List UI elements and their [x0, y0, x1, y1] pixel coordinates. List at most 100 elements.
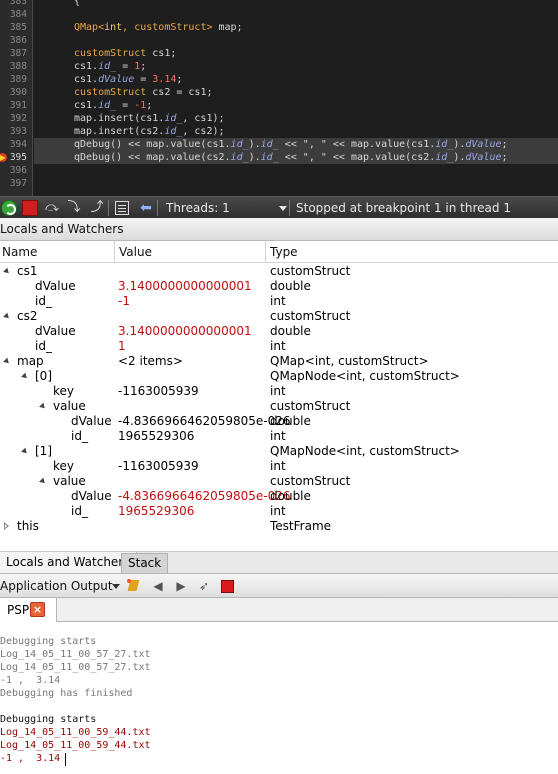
- stop-icon[interactable]: [221, 580, 234, 593]
- code-line[interactable]: [34, 177, 558, 190]
- code-line[interactable]: cs1.dValue = 3.14;: [34, 73, 558, 86]
- code-line[interactable]: customStruct cs1;: [34, 47, 558, 60]
- stop-debugger-icon[interactable]: [22, 200, 38, 216]
- line-number[interactable]: 385: [0, 21, 27, 34]
- tree-cell-value[interactable]: -1: [118, 294, 130, 309]
- column-divider[interactable]: [114, 241, 115, 263]
- tree-row-0[interactable]: [0] QMapNode<int, customStruct>: [0, 369, 558, 384]
- tree-row-dValue[interactable]: dValue -4.8366966462059805e-026 double: [0, 414, 558, 429]
- step-into-icon[interactable]: ⤵: [66, 200, 82, 216]
- tree-row-id[interactable]: id_ -1 int: [0, 294, 558, 309]
- line-number[interactable]: 387: [0, 47, 27, 60]
- column-header-value[interactable]: Value: [119, 244, 152, 260]
- code-token: , cs2);: [182, 126, 225, 137]
- code-line[interactable]: [34, 8, 558, 21]
- tree-cell-value[interactable]: -4.8366966462059805e-026: [118, 414, 291, 429]
- tree-cell-value[interactable]: -4.8366966462059805e-026: [118, 489, 291, 504]
- threads-selector[interactable]: Threads: 1: [166, 200, 230, 216]
- tree-cell-value[interactable]: <2 items>: [118, 354, 183, 369]
- tree-row-1[interactable]: [1] QMapNode<int, customStruct>: [0, 444, 558, 459]
- tree-row-id[interactable]: id_ 1965529306 int: [0, 429, 558, 444]
- tree-cell-value[interactable]: 1: [118, 339, 126, 354]
- tree-row-value[interactable]: value customStruct: [0, 399, 558, 414]
- column-header-name[interactable]: Name: [2, 244, 37, 260]
- code-line[interactable]: cs1.id_ = -1;: [34, 99, 558, 112]
- expand-arrow-icon[interactable]: [21, 372, 29, 381]
- locals-tree[interactable]: Name Value Type cs1 customStruct dValue 3.1…: [0, 241, 558, 534]
- tree-cell-value[interactable]: 3.1400000000000001: [118, 279, 252, 294]
- line-number[interactable]: 388: [0, 60, 27, 73]
- line-number[interactable]: 397: [0, 177, 27, 190]
- code-line[interactable]: [34, 34, 558, 47]
- reverse-direction-icon[interactable]: ⬅: [138, 200, 154, 216]
- collapse-arrow-icon[interactable]: [4, 522, 9, 530]
- tree-row-map[interactable]: map <2 items> QMap<int, customStruct>: [0, 354, 558, 369]
- tree-row-id[interactable]: id_ 1 int: [0, 339, 558, 354]
- tree-cell-value[interactable]: 1965529306: [118, 429, 194, 444]
- tree-row-dValue[interactable]: dValue -4.8366966462059805e-026 double: [0, 489, 558, 504]
- expand-arrow-icon[interactable]: [3, 312, 11, 321]
- line-number[interactable]: 383: [0, 0, 27, 8]
- expand-arrow-icon[interactable]: [39, 402, 47, 411]
- line-number[interactable]: 390: [0, 86, 27, 99]
- line-number[interactable]: 389: [0, 73, 27, 86]
- tree-cell-value[interactable]: -1163005939: [118, 459, 199, 474]
- line-number[interactable]: 384: [0, 8, 27, 21]
- tree-row-dValue[interactable]: dValue 3.1400000000000001 double: [0, 279, 558, 294]
- tree-cell-value[interactable]: -1163005939: [118, 384, 199, 399]
- tree-row-value[interactable]: value customStruct: [0, 474, 558, 489]
- tab-psp[interactable]: PSP ×: [0, 598, 57, 622]
- tree-cell-value[interactable]: 3.1400000000000001: [118, 324, 252, 339]
- rerun-icon[interactable]: ➶: [197, 579, 211, 593]
- code-line[interactable]: customStruct cs2 = cs1;: [34, 86, 558, 99]
- tab-locals-and-watchers[interactable]: Locals and Watchers: [0, 552, 137, 573]
- line-number[interactable]: 396: [0, 164, 27, 177]
- tree-row-key[interactable]: key -1163005939 int: [0, 459, 558, 474]
- code-token: id_: [435, 152, 454, 163]
- line-number[interactable]: 392: [0, 112, 27, 125]
- tree-cell-value[interactable]: 1965529306: [118, 504, 194, 519]
- expand-arrow-icon[interactable]: [39, 477, 47, 486]
- chevron-down-icon[interactable]: [112, 584, 120, 589]
- close-icon[interactable]: ×: [30, 602, 45, 617]
- expand-arrow-icon[interactable]: [21, 447, 29, 456]
- step-out-icon[interactable]: ⤴: [89, 200, 105, 216]
- code-line[interactable]: map.insert(cs1.id_, cs1);: [34, 112, 558, 125]
- line-number-gutter[interactable]: 383 384 385 386 387 388 389 390 391 392 393 394 395 3…: [0, 0, 33, 196]
- code-line[interactable]: map.insert(cs2.id_, cs2);: [34, 125, 558, 138]
- tree-row-id[interactable]: id_ 1965529306 int: [0, 504, 558, 519]
- code-line[interactable]: cs1.id_ = 1;: [34, 60, 558, 73]
- tab-stack[interactable]: Stack: [121, 553, 169, 573]
- code-line[interactable]: {: [34, 0, 558, 8]
- expand-arrow-icon[interactable]: [3, 267, 11, 276]
- line-number[interactable]: 386: [0, 34, 27, 47]
- code-line[interactable]: [34, 164, 558, 177]
- tree-row-cs2[interactable]: cs2 customStruct: [0, 309, 558, 324]
- column-header-type[interactable]: Type: [270, 244, 298, 260]
- code-line[interactable]: qDebug() << map.value(cs1.id_).id_ << ",…: [34, 138, 558, 151]
- application-output-text[interactable]: Debugging starts Log_14_05_11_00_57_27.tx…: [0, 622, 558, 774]
- code-token: id_: [230, 152, 249, 163]
- tree-row-this[interactable]: this TestFrame: [0, 519, 558, 534]
- output-pane-selector[interactable]: Application Output: [0, 579, 113, 594]
- code-line[interactable]: qDebug() << map.value(cs2.id_).id_ << ",…: [34, 151, 558, 164]
- code-line[interactable]: QMap<int, customStruct> map;: [34, 21, 558, 34]
- step-over-icon[interactable]: ⤼: [44, 200, 60, 216]
- clear-output-icon[interactable]: [127, 579, 141, 593]
- column-divider[interactable]: [265, 241, 266, 263]
- tree-row-dValue[interactable]: dValue 3.1400000000000001 double: [0, 324, 558, 339]
- expand-arrow-icon[interactable]: [3, 357, 11, 366]
- code-editor[interactable]: 383 384 385 386 387 388 389 390 391 392 393 394 395 3…: [0, 0, 558, 196]
- line-number[interactable]: 394: [0, 138, 27, 151]
- continue-icon[interactable]: [1, 200, 17, 216]
- next-item-icon[interactable]: ▶: [174, 579, 188, 593]
- operate-by-instruction-icon[interactable]: [115, 201, 129, 215]
- chevron-down-icon[interactable]: [279, 206, 287, 211]
- line-number[interactable]: 391: [0, 99, 27, 112]
- tree-row-key[interactable]: key -1163005939 int: [0, 384, 558, 399]
- line-number[interactable]: 393: [0, 125, 27, 138]
- tree-row-cs1[interactable]: cs1 customStruct: [0, 264, 558, 279]
- tree-cell-type: int: [270, 294, 286, 308]
- output-line: -1 , 3.14: [0, 675, 61, 686]
- previous-item-icon[interactable]: ◀: [151, 579, 165, 593]
